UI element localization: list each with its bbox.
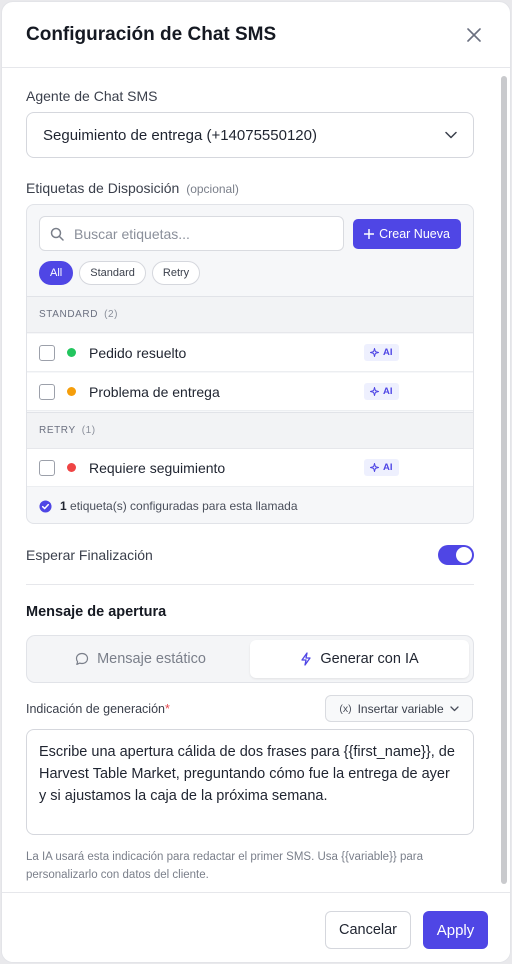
ai-badge-label: AI [383, 347, 393, 358]
generation-help-text: La IA usará esta indicación para redacta… [26, 851, 423, 881]
tag-color-dot [67, 348, 76, 357]
generation-prompt-textarea[interactable]: Escribe una apertura cálida de dos frase… [26, 729, 474, 835]
sparkle-icon [370, 463, 379, 472]
group-count: (1) [81, 425, 96, 436]
tag-label: Pedido resuelto [89, 344, 187, 361]
static-message-label: Mensaje estático [97, 651, 206, 667]
create-tag-label: Crear Nueva [379, 227, 450, 241]
scrollbar-thumb[interactable] [501, 76, 507, 884]
agent-select[interactable]: Seguimiento de entrega (+14075550120) [26, 112, 474, 158]
tag-checkbox[interactable] [39, 383, 55, 400]
generation-prompt-label: Indicación de generación* [26, 702, 170, 716]
tags-optional-text: (opcional) [186, 182, 239, 196]
opening-mode-switch: Mensaje estático Generar con IA [26, 635, 474, 683]
tag-color-dot [67, 463, 76, 472]
insert-variable-label: Insertar variable [357, 701, 444, 716]
tags-label: Etiquetas de Disposición (opcional) [26, 180, 239, 196]
tag-row[interactable]: Requiere seguimiento AI [27, 449, 473, 487]
modal-footer: Cancelar Apply [2, 892, 510, 962]
tags-panel: Buscar etiquetas... Crear Nueva All Stan… [26, 204, 474, 524]
sms-chat-config-modal: Configuración de Chat SMS Agente de Chat… [1, 1, 511, 963]
wait-completion-row: Esperar Finalización [26, 544, 474, 566]
filter-chip-all[interactable]: All [39, 261, 74, 285]
search-icon [50, 227, 64, 241]
filter-chip-retry[interactable]: Retry [151, 261, 201, 285]
tag-row[interactable]: Pedido resuelto AI [27, 334, 473, 372]
ai-badge-label: AI [383, 386, 393, 397]
tag-checkbox[interactable] [39, 344, 55, 361]
tags-summary: 1 etiqueta(s) configuradas para esta lla… [27, 489, 473, 523]
ai-badge-label: AI [383, 462, 393, 473]
close-icon [467, 27, 481, 42]
cancel-button[interactable]: Cancelar [325, 911, 411, 949]
ai-badge: AI [364, 344, 399, 361]
modal-header: Configuración de Chat SMS [2, 2, 510, 68]
generate-ai-label: Generar con IA [320, 651, 419, 667]
tags-summary-count: 1 [60, 499, 67, 513]
toggle-knob [456, 547, 472, 563]
check-circle-icon [39, 499, 52, 513]
modal-title: Configuración de Chat SMS [26, 23, 277, 45]
insert-variable-button[interactable]: (x) Insertar variable [325, 695, 473, 722]
section-divider [26, 584, 474, 585]
lightning-icon [301, 652, 311, 666]
tag-label: Problema de entrega [89, 383, 220, 400]
tag-checkbox[interactable] [39, 459, 55, 476]
group-count: (2) [104, 309, 119, 320]
group-header-standard: STANDARD (2) [27, 296, 473, 333]
close-button[interactable] [462, 23, 486, 47]
tag-row[interactable]: Problema de entrega AI [27, 373, 473, 411]
static-message-option[interactable]: Mensaje estático [31, 640, 250, 678]
agent-select-value: Seguimiento de entrega (+14075550120) [43, 126, 317, 144]
tags-search-placeholder: Buscar etiquetas... [74, 225, 190, 242]
message-bubble-icon [75, 652, 89, 665]
group-name: STANDARD [39, 309, 99, 320]
chevron-down-icon [449, 705, 459, 711]
modal-body: Agente de Chat SMS Seguimiento de entreg… [2, 68, 510, 892]
generation-prompt-label-text: Indicación de generación [26, 702, 165, 716]
sparkle-icon [370, 348, 379, 357]
required-mark: * [165, 702, 170, 716]
variable-icon: (x) [339, 702, 352, 715]
tag-label: Requiere seguimiento [89, 459, 226, 476]
tags-search-input[interactable]: Buscar etiquetas... [39, 216, 344, 251]
group-header-retry: RETRY (1) [27, 412, 473, 449]
create-tag-button[interactable]: Crear Nueva [353, 219, 461, 249]
opening-message-title: Mensaje de apertura [26, 604, 167, 620]
apply-button[interactable]: Apply [423, 911, 488, 949]
wait-completion-label: Esperar Finalización [26, 547, 153, 563]
chevron-down-icon [445, 131, 457, 139]
tags-summary-label: etiqueta(s) configuradas para esta llama… [70, 499, 298, 513]
tags-summary-text: 1 etiqueta(s) configuradas para esta lla… [60, 499, 298, 513]
ai-badge: AI [364, 459, 399, 476]
tag-color-dot [67, 387, 76, 396]
ai-badge: AI [364, 383, 399, 400]
generate-ai-option[interactable]: Generar con IA [250, 640, 469, 678]
plus-icon [364, 229, 375, 239]
tags-label-text: Etiquetas de Disposición [26, 180, 180, 196]
agent-label: Agente de Chat SMS [26, 88, 158, 104]
wait-completion-toggle[interactable] [438, 545, 474, 565]
group-name: RETRY [39, 425, 76, 436]
sparkle-icon [370, 387, 379, 396]
filter-chip-standard[interactable]: Standard [79, 261, 146, 285]
tag-filter-chips: All Standard Retry [39, 261, 201, 285]
